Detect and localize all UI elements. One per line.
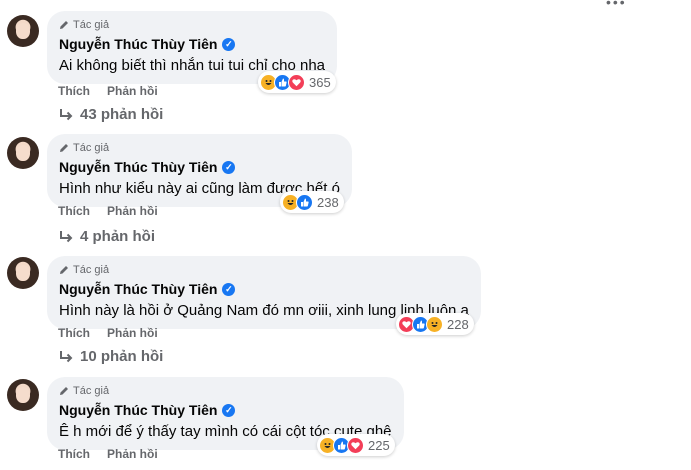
replies-count[interactable]: 10 phản hồi [80,348,163,365]
pen-icon [60,144,68,152]
reaction-summary[interactable]: 225 [317,434,395,456]
pen-icon [60,266,68,274]
badge-label: Tác giả [73,264,110,276]
badge-label: Tác giả [73,142,110,154]
reply-button[interactable]: Phản hồi [107,84,158,98]
replies-count[interactable]: 4 phản hồi [80,228,155,245]
like-button[interactable]: Thích [58,84,90,98]
author-name[interactable]: Nguyễn Thúc Thùy Tiên [59,402,217,418]
avatar[interactable] [7,15,39,47]
reaction-count: 365 [309,74,331,90]
reply-button[interactable]: Phản hồi [107,204,158,218]
author-badge: Tác giả [59,384,392,398]
view-replies-button[interactable]: 10 phản hồi [58,348,163,365]
reaction-count: 238 [317,194,339,210]
reaction-summary[interactable]: 228 [396,313,474,335]
like-button[interactable]: Thích [58,204,90,218]
like-button[interactable]: Thích [58,447,90,461]
reply-arrow-icon [60,108,73,120]
pen-icon [60,21,68,29]
reply-button[interactable]: Phản hồi [107,326,158,340]
badge-label: Tác giả [73,19,110,31]
badge-label: Tác giả [73,385,110,397]
reply-button[interactable]: Phản hồi [107,447,158,461]
avatar[interactable] [7,137,39,169]
like-reaction-icon [296,193,313,211]
view-replies-button[interactable]: 4 phản hồi [58,228,155,245]
reply-arrow-icon [60,230,73,242]
reply-arrow-icon [60,350,73,362]
author-name[interactable]: Nguyễn Thúc Thùy Tiên [59,36,217,52]
love-reaction-icon [288,73,305,91]
verified-icon: ✓ [222,403,236,417]
reaction-summary[interactable]: 238 [280,191,344,213]
verified-icon: ✓ [222,282,236,296]
view-replies-button[interactable]: 43 phản hồi [58,106,163,123]
verified-icon: ✓ [222,160,236,174]
reaction-count: 225 [368,437,390,453]
more-options-icon[interactable]: ••• [606,0,627,10]
replies-count[interactable]: 43 phản hồi [80,106,163,123]
author-name[interactable]: Nguyễn Thúc Thùy Tiên [59,281,217,297]
avatar[interactable] [7,257,39,289]
author-name[interactable]: Nguyễn Thúc Thùy Tiên [59,159,217,175]
reaction-summary[interactable]: 365 [258,71,336,93]
author-badge: Tác giả [59,141,340,155]
love-reaction-icon [347,436,364,454]
verified-icon: ✓ [222,37,236,51]
author-badge: Tác giả [59,18,325,32]
pen-icon [60,387,68,395]
haha-reaction-icon [426,315,443,333]
reaction-count: 228 [447,316,469,332]
avatar[interactable] [7,379,39,411]
like-button[interactable]: Thích [58,326,90,340]
author-badge: Tác giả [59,263,469,277]
